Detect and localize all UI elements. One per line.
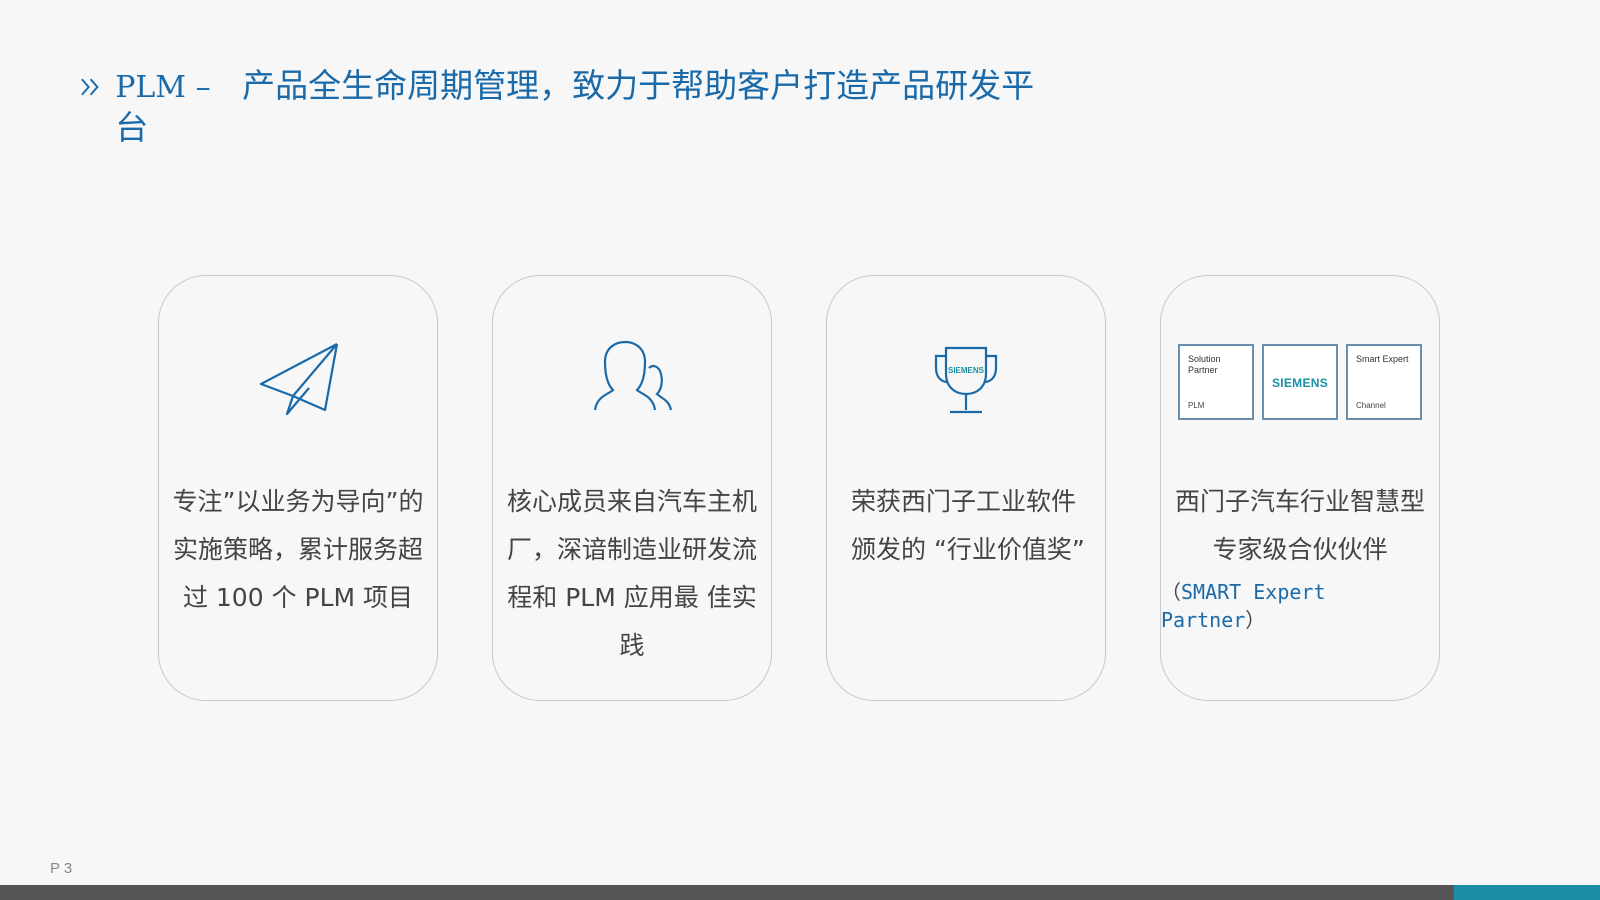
- smart-expert-badge: Smart Expert Channel: [1346, 344, 1422, 420]
- title-en: PLM –: [115, 70, 211, 105]
- page-number: P 3: [50, 860, 73, 877]
- double-chevron-icon: [81, 78, 99, 96]
- card-text: 西门子汽车行业智慧型专家级合伙伙伴: [1174, 487, 1425, 564]
- title-text: PLM – 产品全生命周期管理，致力于帮助客户打造产品研发平台: [115, 66, 1038, 148]
- partner-badges-icon: Solution Partner PLM SIEMENS Smart Exper…: [1178, 344, 1422, 420]
- card-text: 荣获西门子工业软件颁发的 “行业价值奖”: [851, 487, 1085, 564]
- page-title: PLM – 产品全生命周期管理，致力于帮助客户打造产品研发平台: [78, 66, 1038, 148]
- partner-program-name: SMART Expert Partner: [1161, 580, 1326, 632]
- footer-bar: [0, 885, 1454, 900]
- feature-card-experience: 专注”以业务为导向”的 实施策略，累计服务超 过 100 个 PLM 项目: [158, 275, 438, 701]
- card-text: 专注”以业务为导向”的 实施策略，累计服务超 过 100 个 PLM 项目: [172, 487, 424, 612]
- footer-accent-bar: [1454, 885, 1600, 900]
- card-text: 核心成员来自汽车主机厂，深谙制造业研发流程和 PLM 应用最 佳实践: [506, 487, 757, 660]
- paper-plane-icon: [259, 343, 339, 416]
- feature-card-award: SIEMENS 荣获西门子工业软件颁发的 “行业价值奖”: [826, 275, 1106, 701]
- card-subtext: （SMART Expert Partner）: [1161, 580, 1326, 632]
- title-cn: 产品全生命周期管理，致力于帮助客户打造产品研发平台: [115, 66, 1035, 147]
- feature-card-partner: Solution Partner PLM SIEMENS Smart Exper…: [1160, 275, 1440, 701]
- people-icon: [593, 340, 673, 411]
- solution-partner-badge: Solution Partner PLM: [1178, 344, 1254, 420]
- trophy-label: SIEMENS: [948, 366, 985, 375]
- trophy-icon: SIEMENS: [934, 346, 998, 414]
- siemens-logo-badge: SIEMENS: [1262, 344, 1338, 420]
- feature-card-team: 核心成员来自汽车主机厂，深谙制造业研发流程和 PLM 应用最 佳实践: [492, 275, 772, 701]
